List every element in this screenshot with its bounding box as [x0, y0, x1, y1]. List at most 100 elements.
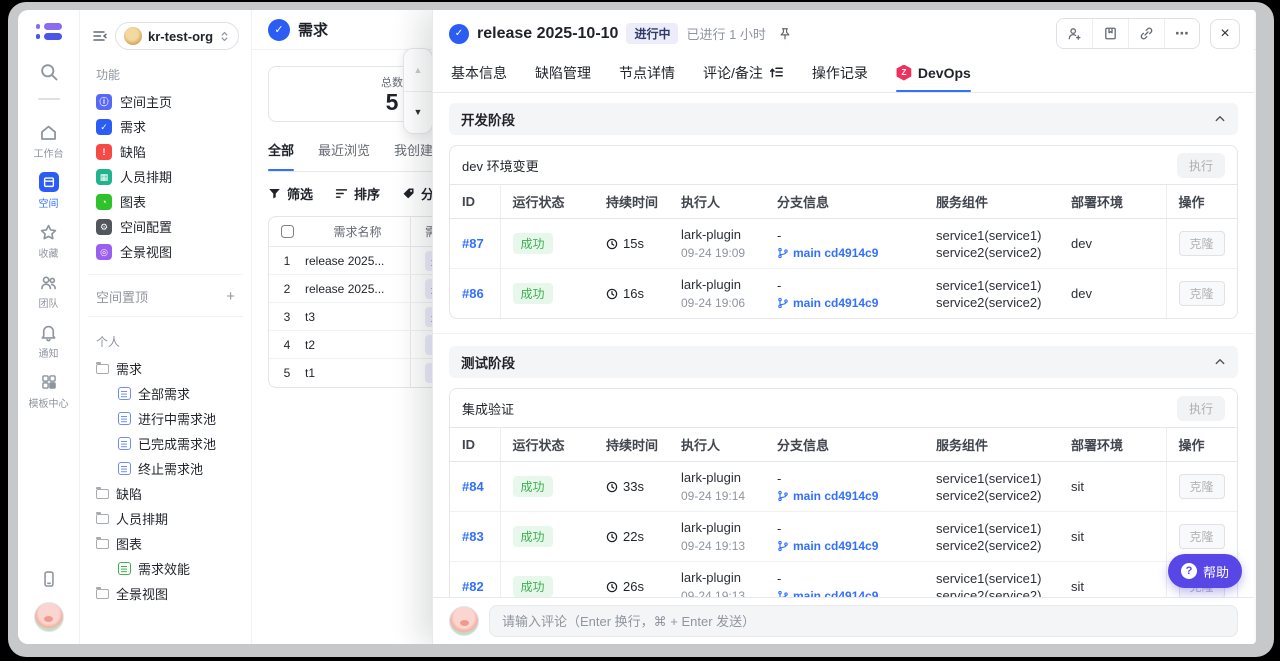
tree-item-requirement-efficiency[interactable]: 需求效能 [92, 556, 239, 581]
rail-item-team[interactable]: 团队 [18, 272, 79, 310]
bookmark-button[interactable] [1092, 19, 1128, 48]
run-row: #82 成功 26s lark-plugin09-24 19:13 -main … [450, 562, 1238, 598]
tab-basic-info[interactable]: 基本信息 [451, 53, 507, 92]
team-icon [39, 272, 58, 292]
pin-icon[interactable] [778, 27, 792, 41]
requirements-icon: ✓ [96, 119, 112, 135]
sidebar-item-panorama[interactable]: ◎ 全景视图 [92, 239, 239, 264]
tree-folder-defects[interactable]: 缺陷 [92, 481, 239, 506]
search-icon[interactable] [39, 62, 59, 82]
collapse-sidebar-icon[interactable] [92, 28, 108, 44]
user-avatar [449, 606, 479, 636]
tab-node-details[interactable]: 节点详情 [619, 53, 675, 92]
filter-button[interactable]: 筛选 [268, 184, 313, 203]
sidebar-item-requirements[interactable]: ✓ 需求 [92, 114, 239, 139]
executor-name: lark-plugin [681, 226, 761, 243]
mobile-app-icon[interactable] [40, 570, 58, 588]
run-row: #84 成功 33s lark-plugin09-24 19:14 -main … [450, 462, 1238, 512]
rail-item-favorites[interactable]: 收藏 [18, 222, 79, 260]
chevron-up-icon [1214, 356, 1226, 368]
rail-item-label: 通知 [39, 345, 59, 360]
tree-item-completed-pool[interactable]: 已完成需求池 [92, 431, 239, 456]
next-record-button[interactable]: ▼ [404, 92, 432, 134]
status-badge: 进行中 [626, 23, 678, 44]
link-button[interactable] [1128, 19, 1164, 48]
clone-button[interactable]: 克隆 [1179, 231, 1225, 256]
more-button[interactable]: ⋯ [1164, 19, 1199, 48]
app-content: 工作台 空间 收藏 团队 通知 [18, 10, 1256, 644]
comment-sort-icon [769, 65, 784, 80]
run-button[interactable]: 执行 [1177, 153, 1225, 178]
git-branch-icon [777, 247, 789, 259]
clone-button[interactable]: 克隆 [1179, 281, 1225, 306]
run-row: #83 成功 22s lark-plugin09-24 19:13 -main … [450, 512, 1238, 562]
select-all-checkbox[interactable] [281, 225, 294, 238]
sidebar-item-space-home[interactable]: ⓘ 空间主页 [92, 89, 239, 114]
run-time: 09-24 19:13 [681, 538, 761, 554]
tree-item-terminated-pool[interactable]: 终止需求池 [92, 456, 239, 481]
run-id-link[interactable]: #82 [462, 579, 484, 594]
stage-divider [433, 333, 1254, 334]
run-id-link[interactable]: #87 [462, 236, 484, 251]
sort-button[interactable]: 排序 [335, 184, 380, 203]
previous-record-button[interactable]: ▲ [404, 49, 432, 92]
sidebar-item-staff-schedule[interactable]: ▦ 人员排期 [92, 164, 239, 189]
sidebar-item-defects[interactable]: ! 缺陷 [92, 139, 239, 164]
add-pinned-icon[interactable]: + [226, 288, 235, 305]
branch-link[interactable]: main cd4914c9 [793, 246, 878, 260]
space-icon [39, 172, 59, 192]
git-branch-icon [777, 590, 789, 597]
close-icon[interactable]: × [1210, 19, 1240, 49]
devops-hexagon-icon: Z [896, 65, 912, 81]
org-name: kr-test-org [148, 29, 213, 44]
tab-all[interactable]: 全部 [268, 140, 294, 171]
comment-input[interactable] [489, 605, 1238, 637]
clone-button[interactable]: 克隆 [1179, 474, 1225, 499]
clone-button[interactable]: 克隆 [1179, 524, 1225, 549]
clock-icon [606, 481, 618, 493]
add-collaborator-button[interactable] [1057, 19, 1092, 48]
executor-name: lark-plugin [681, 519, 761, 536]
tree-folder-charts[interactable]: 图表 [92, 531, 239, 556]
run-button[interactable]: 执行 [1177, 396, 1225, 421]
tree-folder-requirements[interactable]: 需求 [92, 356, 239, 381]
folder-icon [96, 364, 109, 374]
sidebar-item-space-config[interactable]: ⚙ 空间配置 [92, 214, 239, 239]
stat-value: 5 [381, 90, 403, 115]
tree-folder-schedule[interactable]: 人员排期 [92, 506, 239, 531]
tab-devops[interactable]: Z DevOps [896, 53, 971, 92]
section-header-test-stage[interactable]: 测试阶段 [449, 346, 1238, 378]
branch-link[interactable]: main cd4914c9 [793, 589, 878, 597]
rail-item-workbench[interactable]: 工作台 [18, 122, 79, 160]
user-avatar[interactable] [34, 602, 64, 632]
rail-item-notifications[interactable]: 通知 [18, 322, 79, 360]
branch-link[interactable]: main cd4914c9 [793, 296, 878, 310]
rail-item-template-center[interactable]: 模板中心 [18, 372, 79, 410]
view-list-icon [118, 437, 131, 450]
branch-link[interactable]: main cd4914c9 [793, 489, 878, 503]
sidebar-item-charts[interactable]: ◔ 图表 [92, 189, 239, 214]
branch-link[interactable]: main cd4914c9 [793, 539, 878, 553]
tree-item-inprogress-pool[interactable]: 进行中需求池 [92, 406, 239, 431]
tab-operation-log[interactable]: 操作记录 [812, 53, 868, 92]
section-header-dev-stage[interactable]: 开发阶段 [449, 103, 1238, 135]
run-id-link[interactable]: #83 [462, 529, 484, 544]
runs-table: ID运行状态持续时间执行人分支信息服务组件部署环境操作 #87 成功 15s l… [450, 184, 1238, 318]
tree-item-all-requirements[interactable]: 全部需求 [92, 381, 239, 406]
app-logo-icon[interactable] [36, 22, 62, 42]
tab-defect-management[interactable]: 缺陷管理 [535, 53, 591, 92]
tree-folder-panorama[interactable]: 全景视图 [92, 581, 239, 606]
help-button[interactable]: ? 帮助 [1168, 554, 1242, 588]
rail-item-space[interactable]: 空间 [18, 172, 79, 210]
org-selector[interactable]: kr-test-org [115, 22, 239, 50]
drawer-title: release 2025-10-10 [477, 25, 618, 43]
home-icon [39, 122, 58, 142]
clock-icon [606, 288, 618, 300]
tab-comments[interactable]: 评论/备注 [703, 53, 784, 92]
run-id-link[interactable]: #86 [462, 286, 484, 301]
run-id-link[interactable]: #84 [462, 479, 484, 494]
tab-recent[interactable]: 最近浏览 [318, 140, 370, 171]
runs-table: ID运行状态持续时间执行人分支信息服务组件部署环境操作 #84 成功 33s l… [450, 427, 1238, 597]
panel-title: 需求 [298, 19, 328, 40]
run-status-badge: 成功 [513, 476, 553, 497]
